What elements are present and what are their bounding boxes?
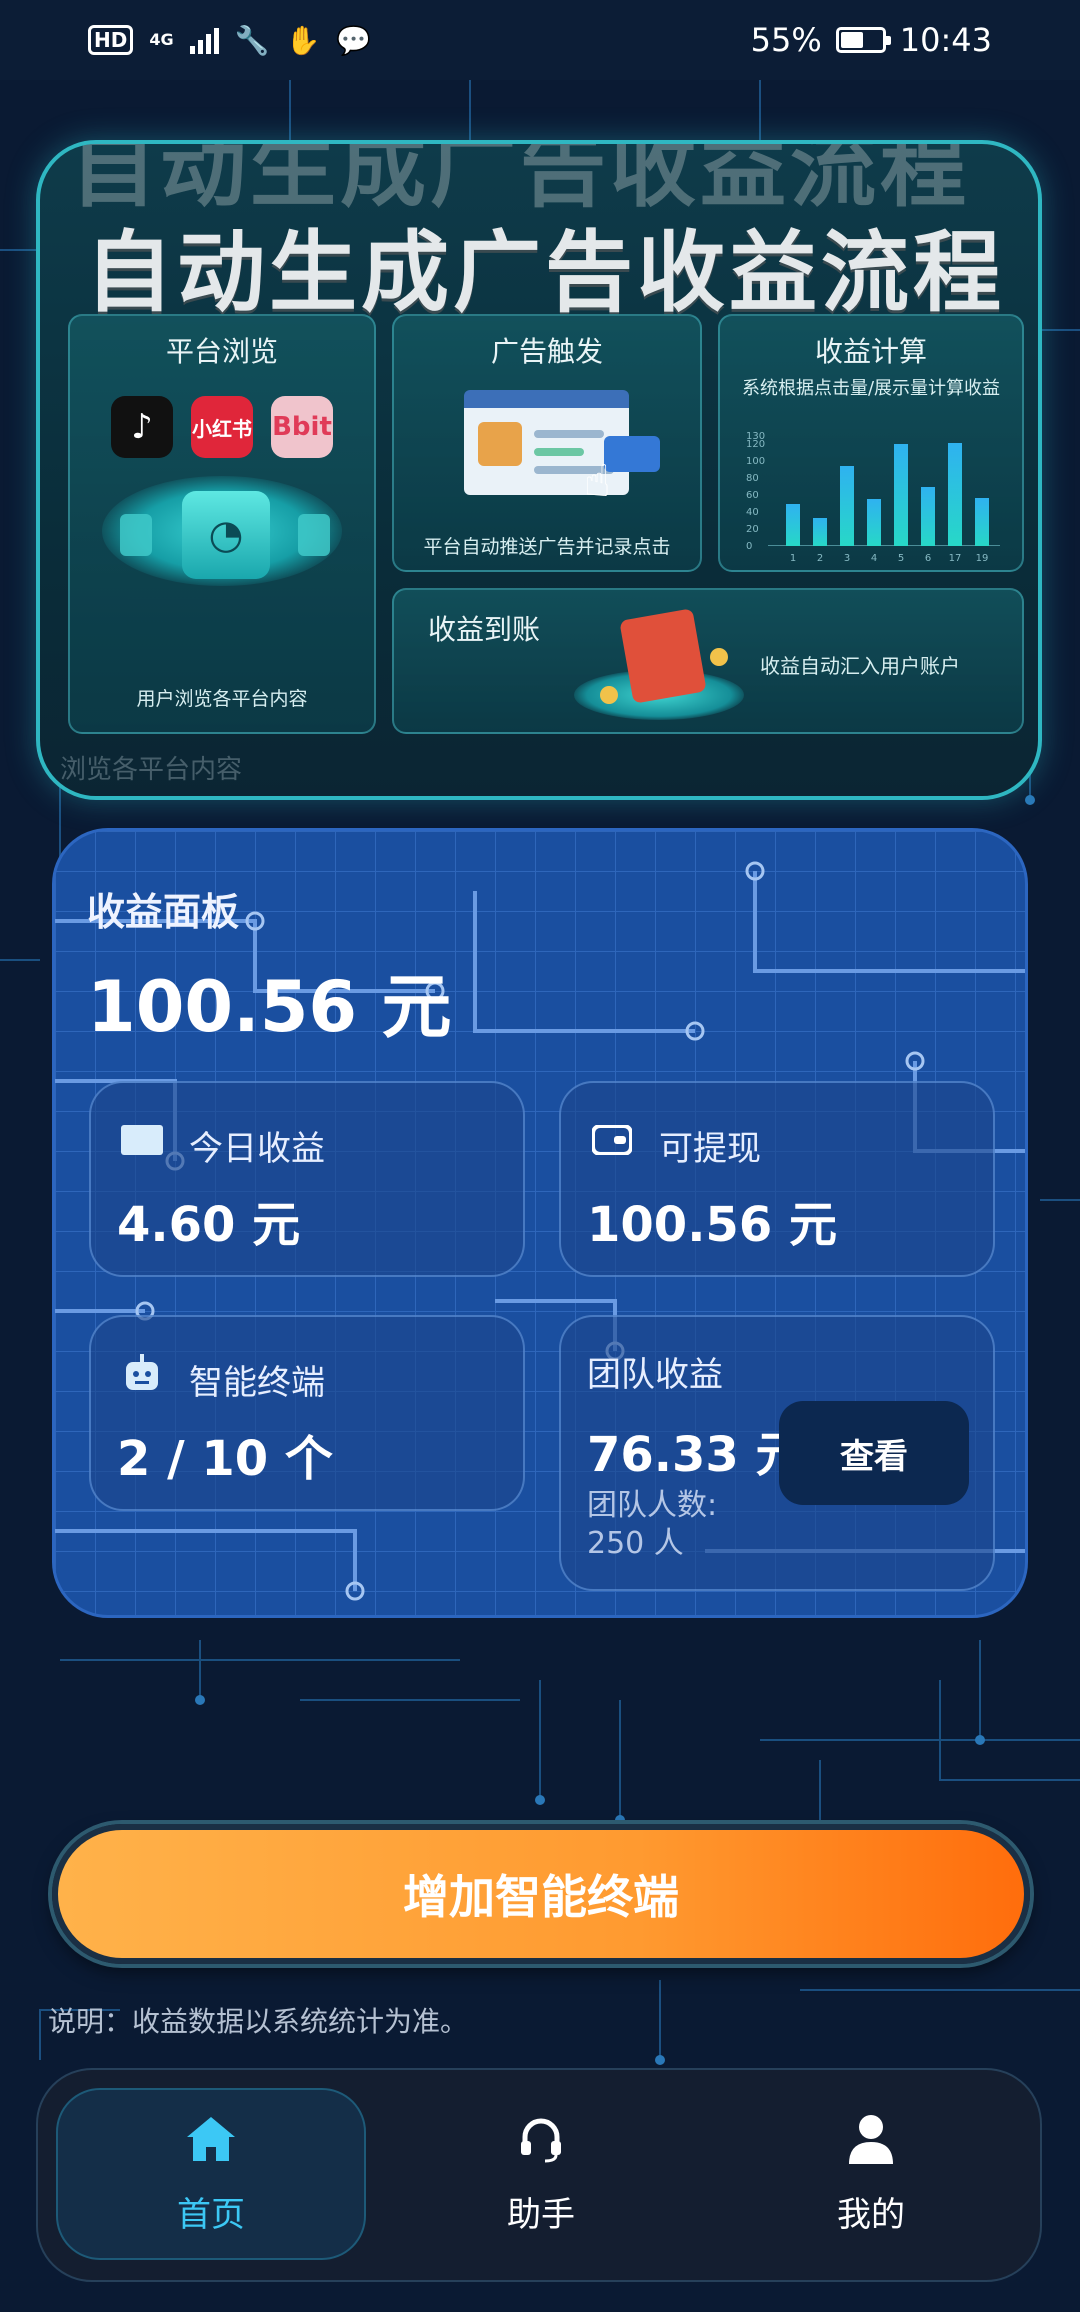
nav-item-profile[interactable]: 我的 [716, 2088, 1026, 2260]
user-icon [845, 2113, 897, 2165]
x-tick-label: 2 [816, 553, 824, 564]
signal-icon [189, 26, 219, 54]
bottom-nav: 首页 助手 我的 [36, 2068, 1042, 2282]
status-bar-right: 55% 10:43 [751, 21, 992, 59]
today-earnings-value: 4.60 元 [117, 1197, 301, 1253]
earnings-bar-chart: 0 20 40 60 80 100 120 130 1 2 3 4 5 6 17 19 [746, 416, 1006, 566]
hand-icon: ✋ [285, 23, 321, 57]
withdrawable-label: 可提现 [659, 1129, 761, 1169]
chart-bar [975, 498, 989, 546]
bbit-logo: Bbit [271, 396, 333, 458]
team-count: 团队人数: 250 人 [587, 1487, 787, 1563]
nav-item-assistant[interactable]: 助手 [386, 2088, 696, 2260]
status-bar-left: HD 4G 🔧 ✋ 💬 [88, 24, 371, 57]
add-terminal-button[interactable]: 增加智能终端 [52, 1824, 1030, 1964]
ad-trigger-title: 广告触发 [490, 335, 603, 368]
coin-icon [600, 686, 618, 704]
clock: 10:43 [899, 21, 992, 59]
team-earnings-card: 团队收益 76.33 元 团队人数: 250 人 查看 [559, 1315, 995, 1591]
earnings-panel: 收益面板 100.56 元 今日收益 4.60 元 可提现 100.56 元 智… [52, 828, 1028, 1618]
team-count-value: 250 人 [587, 1526, 684, 1561]
banner-title: 自动生成广告收益流程 [84, 221, 1005, 324]
chart-bar [894, 444, 908, 546]
message-bubble-icon [604, 436, 660, 472]
wallet-icon [591, 1119, 633, 1161]
wrench-icon: 🔧 [234, 23, 270, 57]
x-tick-label: 19 [975, 553, 989, 564]
y-tick-label: 100 [746, 456, 766, 468]
document-icon [298, 514, 330, 556]
earnings-calc-title: 收益计算 [814, 335, 927, 368]
status-bar: HD 4G 🔧 ✋ 💬 55% 10:43 [0, 0, 1080, 80]
home-icon [185, 2113, 237, 2165]
nav-item-home[interactable]: 首页 [56, 2088, 366, 2260]
disclaimer-note: 说明：收益数据以系统统计为准。 [48, 2005, 469, 2038]
withdrawable-card[interactable]: 可提现 100.56 元 [559, 1081, 995, 1277]
red-envelope-icon [619, 608, 707, 704]
chart-bar [867, 499, 881, 546]
total-earnings: 100.56 元 [87, 966, 452, 1048]
card-icon [121, 1119, 163, 1161]
earnings-calc-subtitle: 系统根据点击量/展示量计算收益 [741, 378, 1001, 399]
chart-bar [921, 487, 935, 546]
y-tick-label: 130 [746, 431, 766, 442]
app-logos: ♪ 小红书 Bbit [70, 396, 374, 458]
xiaohongshu-logo: 小红书 [191, 396, 253, 458]
x-tick-label: 5 [897, 553, 905, 564]
x-tick-label: 6 [924, 553, 932, 564]
chart-bar [840, 466, 854, 546]
x-tick-label: 1 [789, 553, 797, 564]
tiktok-logo-icon: ♪ [111, 396, 173, 458]
chart-bar [813, 518, 827, 546]
platform-browse-caption: 用户浏览各平台内容 [136, 688, 308, 710]
withdrawable-value: 100.56 元 [587, 1197, 837, 1253]
x-tick-label: 3 [843, 553, 851, 564]
battery-percent: 55% [750, 21, 822, 59]
nav-label-assistant: 助手 [507, 2194, 575, 2235]
terminals-label: 智能终端 [189, 1363, 325, 1403]
ad-trigger-card: 广告触发 ☝ 平台自动推送广告并记录点击 [392, 314, 702, 572]
team-earnings-label: 团队收益 [587, 1355, 723, 1395]
ad-trigger-caption: 平台自动推送广告并记录点击 [423, 536, 671, 558]
nav-label-home: 首页 [177, 2194, 245, 2235]
earnings-arrive-caption: 收益自动汇入用户账户 [760, 654, 960, 678]
document-icon [120, 514, 152, 556]
headset-icon [515, 2113, 567, 2165]
process-banner[interactable]: 自动生成广告收益流程 自动生成广告收益流程 平台浏览 ♪ 小红书 Bbit ◔ … [36, 140, 1042, 800]
team-count-label: 团队人数: [587, 1488, 718, 1523]
terminals-value: 2 / 10 个 [117, 1431, 333, 1487]
chart-bar [948, 443, 962, 546]
robot-icon [121, 1353, 163, 1395]
platform-browse-card: 平台浏览 ♪ 小红书 Bbit ◔ 用户浏览各平台内容 [68, 314, 376, 734]
y-tick-label: 80 [746, 473, 759, 485]
y-tick-label: 60 [746, 490, 759, 502]
coin-icon [710, 648, 728, 666]
today-earnings-label: 今日收益 [189, 1129, 325, 1169]
hd-indicator: HD [88, 25, 134, 55]
battery-fill [840, 32, 863, 48]
earnings-arrive-title: 收益到账 [428, 613, 541, 646]
earnings-calc-card: 收益计算 系统根据点击量/展示量计算收益 0 20 40 60 80 100 120 130 1… [718, 314, 1024, 572]
banner-ghost-caption: 浏览各平台内容 [60, 755, 243, 785]
y-tick-label: 40 [746, 507, 759, 519]
pointer-hand-icon: ☝ [584, 456, 611, 507]
gauge-icon: ◔ [182, 491, 270, 579]
terminals-card[interactable]: 智能终端 2 / 10 个 [89, 1315, 525, 1511]
team-earnings-value: 76.33 元 [587, 1427, 804, 1483]
panel-title: 收益面板 [87, 890, 240, 934]
nav-label-profile: 我的 [837, 2194, 905, 2235]
x-tick-label: 4 [870, 553, 878, 564]
x-tick-label: 17 [948, 553, 962, 564]
battery-icon [835, 27, 891, 53]
wechat-icon: 💬 [336, 23, 372, 57]
platform-browse-title: 平台浏览 [165, 335, 278, 368]
y-tick-label: 0 [746, 541, 753, 552]
today-earnings-card[interactable]: 今日收益 4.60 元 [89, 1081, 525, 1277]
network-type: 4G [149, 30, 174, 49]
earnings-arrive-card: 收益到账 收益自动汇入用户账户 [392, 588, 1024, 734]
y-tick-label: 20 [746, 524, 759, 536]
chart-bar [786, 504, 800, 546]
view-team-button[interactable]: 查看 [779, 1401, 969, 1505]
